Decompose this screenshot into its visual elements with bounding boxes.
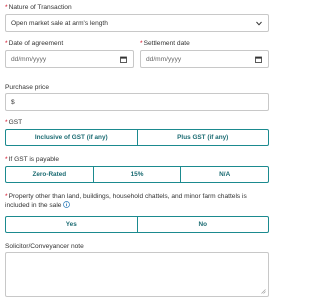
- required-marker: *: [5, 40, 8, 47]
- info-icon[interactable]: [63, 201, 71, 208]
- calendar-icon[interactable]: [255, 56, 262, 63]
- required-marker: *: [5, 156, 8, 163]
- chevron-down-icon: [256, 21, 262, 26]
- chattels-no-option[interactable]: No: [137, 216, 269, 233]
- nature-select-value: Open market sale at arm's length: [11, 19, 108, 27]
- chattels-label: *Property other than land, buildings, ho…: [5, 193, 247, 209]
- nature-label: *Nature of Transaction: [5, 4, 72, 11]
- note-label: Solicitor/Conveyancer note: [5, 243, 84, 250]
- gst-label: *GST: [5, 119, 23, 126]
- nature-select[interactable]: Open market sale at arm's length: [5, 14, 269, 32]
- calendar-icon[interactable]: [120, 56, 127, 63]
- gst-plus-option[interactable]: Plus GST (if any): [137, 129, 269, 146]
- settlement-date-placeholder: dd/mm/yyyy: [146, 55, 182, 63]
- chattels-yes-option[interactable]: Yes: [5, 216, 138, 233]
- required-marker: *: [5, 4, 8, 11]
- purchase-price-input[interactable]: $: [5, 93, 269, 111]
- resize-grip-icon[interactable]: [260, 288, 266, 294]
- purchase-price-label: Purchase price: [5, 84, 49, 91]
- not-applicable-option[interactable]: N/A: [181, 166, 270, 183]
- currency-prefix: $: [11, 98, 15, 106]
- gst-payable-label: *If GST is payable: [5, 156, 60, 163]
- gst-toggle: Inclusive of GST (if any) Plus GST (if a…: [5, 129, 269, 146]
- zero-rated-option[interactable]: Zero-Rated: [5, 166, 94, 183]
- settlement-date-label: *Settlement date: [140, 40, 190, 47]
- gst-payable-toggle: Zero-Rated 15% N/A: [5, 166, 270, 183]
- note-textarea[interactable]: [5, 252, 269, 297]
- agreement-date-input[interactable]: dd/mm/yyyy: [5, 50, 134, 68]
- required-marker: *: [140, 40, 143, 47]
- required-marker: *: [5, 119, 8, 126]
- settlement-date-input[interactable]: dd/mm/yyyy: [140, 50, 269, 68]
- chattels-toggle: Yes No: [5, 216, 269, 233]
- required-marker: *: [5, 193, 8, 200]
- fifteen-percent-option[interactable]: 15%: [93, 166, 182, 183]
- gst-inclusive-option[interactable]: Inclusive of GST (if any): [5, 129, 138, 146]
- agreement-date-placeholder: dd/mm/yyyy: [11, 55, 47, 63]
- agreement-date-label: *Date of agreement: [5, 40, 64, 47]
